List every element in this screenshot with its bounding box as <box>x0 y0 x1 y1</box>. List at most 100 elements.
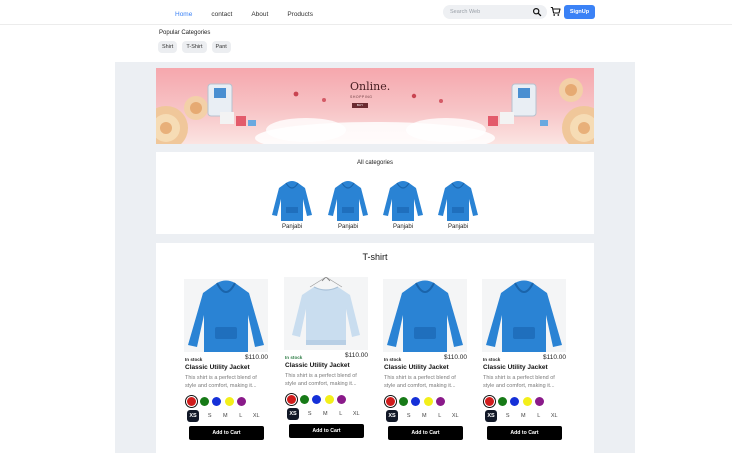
size-option-s[interactable]: S <box>401 413 417 419</box>
size-option-m[interactable]: M <box>318 411 334 417</box>
color-swatch-red[interactable] <box>485 397 494 406</box>
chip-pant[interactable]: Pant <box>211 41 231 53</box>
category-item[interactable]: Panjabi <box>326 179 370 230</box>
banner-buy-button[interactable]: BUY <box>352 103 368 108</box>
product-price: $110.00 <box>542 354 566 361</box>
stock-label: In stock <box>483 357 501 362</box>
nav-link-about[interactable]: About <box>251 11 268 18</box>
popular-categories-title: Popular Categories <box>159 30 211 36</box>
size-options: XS S M L XL <box>287 408 368 420</box>
size-option-m[interactable]: M <box>417 413 433 419</box>
product-card[interactable]: In stock $110.00 Classic Utility Jacket … <box>184 279 268 440</box>
search-input[interactable] <box>450 7 530 17</box>
search-box <box>443 5 547 19</box>
color-swatch-red[interactable] <box>386 397 395 406</box>
banner-subtitle: SHOPPING <box>350 95 373 99</box>
hoodie-icon <box>486 280 562 352</box>
all-categories-card: All categories Panjabi Panjabi Panjabi P… <box>156 152 594 234</box>
color-swatches <box>187 397 268 406</box>
color-swatch-red[interactable] <box>287 395 296 404</box>
hoodie-icon <box>383 181 423 221</box>
color-swatch-green[interactable] <box>199 397 209 406</box>
product-description: This shirt is a perfect blend of style a… <box>285 373 357 387</box>
size-option-xs[interactable]: XS <box>187 410 199 422</box>
nav-link-home[interactable]: Home <box>175 11 192 18</box>
product-name[interactable]: Classic Utility Jacket <box>483 364 566 371</box>
chip-t-shirt[interactable]: T-Shirt <box>182 41 207 53</box>
stock-label: In stock <box>185 357 203 362</box>
size-option-l[interactable]: L <box>531 413 547 419</box>
nav-link-products[interactable]: Products <box>287 11 313 18</box>
color-swatch-blue[interactable] <box>212 397 221 406</box>
sweatshirt-icon <box>292 277 360 345</box>
size-option-xl[interactable]: XL <box>547 413 563 419</box>
color-swatch-red[interactable] <box>187 397 196 406</box>
top-navbar: Home contact About Products SignUp <box>0 0 732 25</box>
color-swatch-green[interactable] <box>299 395 309 404</box>
signup-button[interactable]: SignUp <box>564 5 595 19</box>
size-option-xl[interactable]: XL <box>349 411 365 417</box>
color-swatch-yellow[interactable] <box>423 397 433 406</box>
chip-shirt[interactable]: Shirt <box>158 41 178 53</box>
add-to-cart-button[interactable]: Add to Cart <box>487 426 562 440</box>
promo-banner[interactable]: Online. SHOPPING BUY <box>156 68 594 144</box>
size-option-l[interactable]: L <box>432 413 448 419</box>
size-option-l[interactable]: L <box>233 413 249 419</box>
add-to-cart-button[interactable]: Add to Cart <box>388 426 463 440</box>
product-name[interactable]: Classic Utility Jacket <box>285 362 368 369</box>
product-description: This shirt is a perfect blend of style a… <box>483 375 555 389</box>
size-option-xs[interactable]: XS <box>485 410 497 422</box>
size-option-s[interactable]: S <box>500 413 516 419</box>
stock-label: In stock <box>285 355 303 360</box>
product-image[interactable] <box>184 279 268 352</box>
color-swatch-blue[interactable] <box>411 397 420 406</box>
tshirt-section-title: T-shirt <box>362 252 388 262</box>
color-swatch-yellow[interactable] <box>522 397 532 406</box>
product-image[interactable] <box>383 279 467 352</box>
category-item[interactable]: Panjabi <box>270 179 314 230</box>
size-option-xl[interactable]: XL <box>249 413 265 419</box>
color-swatch-yellow[interactable] <box>224 397 234 406</box>
size-options: XS S M L XL <box>386 410 467 422</box>
category-item[interactable]: Panjabi <box>436 179 480 230</box>
size-option-s[interactable]: S <box>202 413 218 419</box>
size-option-s[interactable]: S <box>302 411 318 417</box>
search-icon[interactable] <box>532 7 542 17</box>
add-to-cart-button[interactable]: Add to Cart <box>289 424 364 438</box>
all-categories-title: All categories <box>356 160 394 166</box>
product-stock-price-row: In stock $110.00 <box>184 354 268 364</box>
product-card[interactable]: In stock $110.00 Classic Utility Jacket … <box>482 279 566 440</box>
product-card[interactable]: In stock $110.00 Classic Utility Jacket … <box>284 277 368 438</box>
hoodie-icon <box>387 280 463 352</box>
category-item[interactable]: Panjabi <box>381 179 425 230</box>
size-option-m[interactable]: M <box>218 413 234 419</box>
color-swatch-purple[interactable] <box>535 397 544 406</box>
product-stock-price-row: In stock $110.00 <box>383 354 467 364</box>
color-swatch-blue[interactable] <box>312 395 321 404</box>
size-options: XS S M L XL <box>485 410 566 422</box>
nav-links: Home contact About Products <box>175 11 332 18</box>
product-stock-price-row: In stock $110.00 <box>482 354 566 364</box>
nav-link-contact[interactable]: contact <box>211 11 232 18</box>
size-option-xs[interactable]: XS <box>287 408 299 420</box>
product-name[interactable]: Classic Utility Jacket <box>185 364 268 371</box>
color-swatch-yellow[interactable] <box>324 395 334 404</box>
color-swatch-purple[interactable] <box>337 395 346 404</box>
size-option-xs[interactable]: XS <box>386 410 398 422</box>
cart-icon[interactable] <box>550 6 561 17</box>
color-swatch-purple[interactable] <box>237 397 246 406</box>
color-swatch-purple[interactable] <box>436 397 445 406</box>
color-swatch-green[interactable] <box>497 397 507 406</box>
size-option-l[interactable]: L <box>333 411 349 417</box>
product-image[interactable] <box>482 279 566 352</box>
size-option-xl[interactable]: XL <box>448 413 464 419</box>
color-swatches <box>287 395 368 404</box>
product-name[interactable]: Classic Utility Jacket <box>384 364 467 371</box>
product-card[interactable]: In stock $110.00 Classic Utility Jacket … <box>383 279 467 440</box>
color-swatch-blue[interactable] <box>510 397 519 406</box>
add-to-cart-button[interactable]: Add to Cart <box>189 426 264 440</box>
product-price: $110.00 <box>244 354 268 361</box>
size-option-m[interactable]: M <box>516 413 532 419</box>
product-image[interactable] <box>284 277 368 350</box>
color-swatch-green[interactable] <box>398 397 408 406</box>
